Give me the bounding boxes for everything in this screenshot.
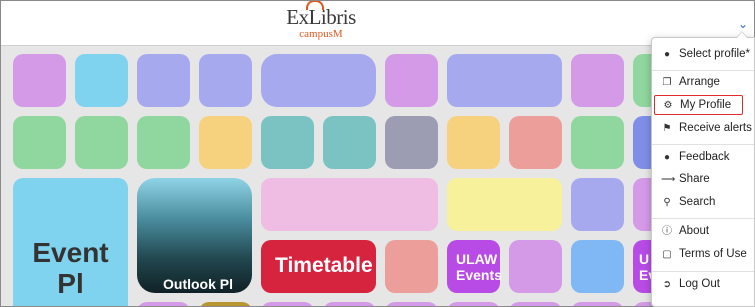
menu-item-receive-alerts[interactable]: ⚑ Receive alerts <box>661 119 752 137</box>
tile[interactable] <box>261 116 314 169</box>
menu-item-feedback[interactable]: ● Feedback <box>661 148 730 166</box>
comment-icon: ● <box>663 152 671 163</box>
logout-icon: ➲ <box>662 279 672 290</box>
top-bar: ExLibris campusM ⌄ <box>1 1 754 46</box>
ulaw-tile-label-line2: Events <box>456 267 502 284</box>
tile[interactable] <box>261 178 438 231</box>
tile[interactable] <box>447 54 562 107</box>
tile[interactable] <box>385 54 438 107</box>
tile[interactable] <box>13 54 66 107</box>
options-dropdown-menu: ● Select profile* ❐ Arrange ⚙ My Profile ⚑ R… <box>651 31 755 307</box>
event-tile-label-line1: Event <box>32 237 109 268</box>
tile[interactable] <box>509 240 562 293</box>
menu-divider <box>652 271 754 272</box>
tile[interactable] <box>199 302 252 306</box>
tile[interactable] <box>447 116 500 169</box>
tile[interactable] <box>137 302 190 306</box>
tile[interactable] <box>385 240 438 293</box>
search-icon: ⚲ <box>663 197 671 208</box>
ulaw-events-tile[interactable]: ULAW Events <box>447 240 502 293</box>
tile[interactable] <box>13 116 66 169</box>
gear-icon: ⚙ <box>663 100 673 111</box>
timetable-tile-label: Timetable <box>275 254 373 277</box>
document-icon: ▢ <box>662 249 672 260</box>
tile[interactable] <box>571 240 624 293</box>
menu-item-select-profile[interactable]: ● Select profile* <box>661 45 750 63</box>
event-pl-tile[interactable]: Event Pl <box>13 178 128 306</box>
menu-divider <box>652 218 754 219</box>
tile[interactable] <box>261 302 314 306</box>
menu-divider <box>652 70 754 71</box>
chevron-down-icon[interactable]: ⌄ <box>738 17 748 31</box>
menu-item-my-profile[interactable]: ⚙ My Profile <box>654 95 743 115</box>
menu-item-share[interactable]: ⟶ Share <box>661 170 710 188</box>
tile[interactable] <box>75 116 128 169</box>
tile[interactable] <box>447 178 562 231</box>
menu-item-label: My Profile <box>680 99 732 111</box>
tile[interactable] <box>571 116 624 169</box>
outlook-tile-label: Outlook Pl <box>163 276 233 292</box>
logo-main-text: ExLibris <box>286 5 356 29</box>
menu-divider <box>652 144 754 145</box>
menu-item-label: Search <box>679 196 716 208</box>
tile[interactable] <box>385 116 438 169</box>
tile[interactable] <box>385 302 438 306</box>
tile[interactable] <box>199 116 252 169</box>
logo-sub-text: campusM <box>299 28 343 40</box>
menu-item-label: Arrange <box>679 76 720 88</box>
menu-item-terms-of-use[interactable]: ▢ Terms of Use <box>661 245 747 263</box>
tile[interactable] <box>137 54 190 107</box>
tile[interactable] <box>323 302 376 306</box>
share-icon: ⟶ <box>661 174 676 185</box>
timetable-tile[interactable]: Timetable <box>261 240 376 293</box>
tile[interactable] <box>323 116 376 169</box>
event-tile-label-line2: Pl <box>57 267 84 299</box>
exlibris-campusm-logo: ExLibris campusM <box>281 7 361 40</box>
tile[interactable] <box>137 116 190 169</box>
tile[interactable] <box>75 54 128 107</box>
outlook-pl-tile[interactable]: Outlook Pl <box>137 178 252 293</box>
menu-item-label: Feedback <box>679 151 730 163</box>
menu-item-log-out[interactable]: ➲ Log Out <box>661 275 720 293</box>
menu-item-about[interactable]: ⓘ About <box>661 222 709 240</box>
tile[interactable] <box>261 54 376 107</box>
tile[interactable] <box>571 54 624 107</box>
megaphone-icon: ⚑ <box>662 123 672 134</box>
menu-item-label: Select profile* <box>679 48 750 60</box>
menu-item-label: Log Out <box>679 278 720 290</box>
tile[interactable] <box>509 302 562 306</box>
menu-item-search[interactable]: ⚲ Search <box>661 193 715 211</box>
app-window: ExLibris campusM ⌄ Event Pl Outlook Pl T… <box>0 0 755 307</box>
ulaw-tile-label-line1: ULAW <box>456 251 498 267</box>
tile[interactable] <box>509 116 562 169</box>
menu-item-label: Share <box>679 173 710 185</box>
menu-item-label: About <box>679 225 710 237</box>
menu-item-label: Terms of Use <box>679 248 747 260</box>
tile[interactable] <box>447 302 500 306</box>
tile[interactable] <box>571 178 624 231</box>
menu-item-arrange[interactable]: ❐ Arrange <box>661 73 720 91</box>
info-icon: ⓘ <box>662 226 672 237</box>
user-icon: ● <box>663 49 671 60</box>
tile[interactable] <box>571 302 624 306</box>
menu-item-label: Receive alerts <box>679 122 752 134</box>
copy-icon: ❐ <box>662 77 672 88</box>
tile[interactable] <box>199 54 252 107</box>
